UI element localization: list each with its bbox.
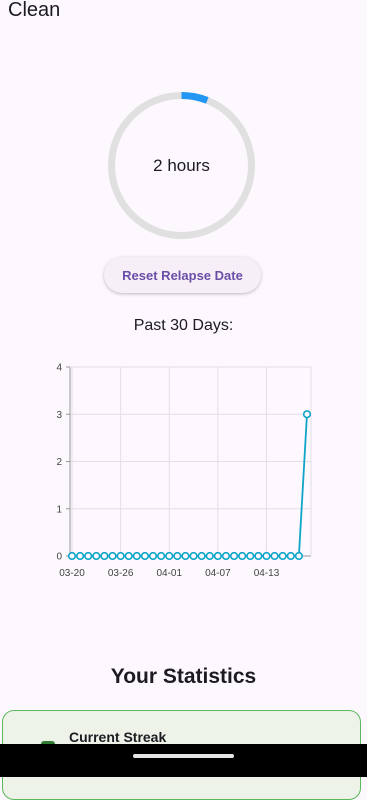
y-tick-label: 1 [56, 504, 62, 515]
data-point [270, 551, 279, 561]
data-point [302, 410, 312, 419]
data-point [148, 551, 158, 561]
data-point [229, 551, 239, 561]
data-point [213, 551, 222, 561]
home-gesture-handle[interactable] [133, 754, 234, 758]
x-tick-label: 04-01 [156, 568, 182, 579]
app-title: Clean [8, 0, 61, 21]
data-point [221, 551, 231, 561]
data-point [286, 551, 295, 561]
system-navigation-bar [0, 744, 367, 777]
y-tick-label: 2 [56, 457, 62, 468]
statistics-heading: Your Statistics [110, 665, 257, 688]
y-tick-label: 0 [56, 552, 62, 563]
data-point [254, 551, 263, 561]
data-point [246, 551, 255, 561]
x-tick-label: 03-26 [108, 568, 134, 579]
streak-duration-label: 2 hours [153, 155, 210, 175]
data-point [108, 551, 117, 561]
reset-relapse-date-button[interactable]: Reset Relapse Date [104, 257, 261, 293]
data-point [278, 551, 287, 561]
data-point [189, 551, 198, 561]
data-point [197, 551, 206, 561]
data-point [76, 551, 85, 561]
data-point [173, 551, 182, 561]
streak-progress-ring: 2 hours [105, 89, 258, 242]
data-point [165, 551, 174, 561]
relapse-history-chart: 0 1 2 3 4 03-20 03-26 04-01 04-07 04-13 [0, 355, 367, 585]
relapse-history-chart-svg: 0 1 2 3 4 03-20 03-26 04-01 04-07 04-13 [56, 363, 312, 579]
x-tick-label: 04-07 [205, 568, 231, 579]
data-point [181, 551, 190, 561]
data-point [157, 551, 166, 561]
data-point [238, 551, 247, 561]
data-point [67, 551, 77, 561]
data-point [140, 551, 150, 561]
data-point [132, 551, 141, 561]
series-line [72, 414, 308, 557]
x-tick-label: 03-20 [59, 568, 85, 579]
y-tick-label: 4 [56, 363, 62, 374]
past-30-days-label: Past 30 Days: [133, 317, 234, 334]
x-tick-label: 04-13 [254, 568, 280, 579]
current-streak-title: Current Streak [69, 729, 167, 745]
data-point [124, 551, 133, 561]
data-point [262, 551, 271, 561]
y-tick-label: 3 [56, 410, 62, 421]
data-point [116, 551, 125, 561]
data-point [294, 551, 303, 561]
data-point [84, 551, 93, 561]
data-point [100, 551, 109, 561]
data-point [92, 551, 101, 561]
data-point [205, 551, 214, 561]
